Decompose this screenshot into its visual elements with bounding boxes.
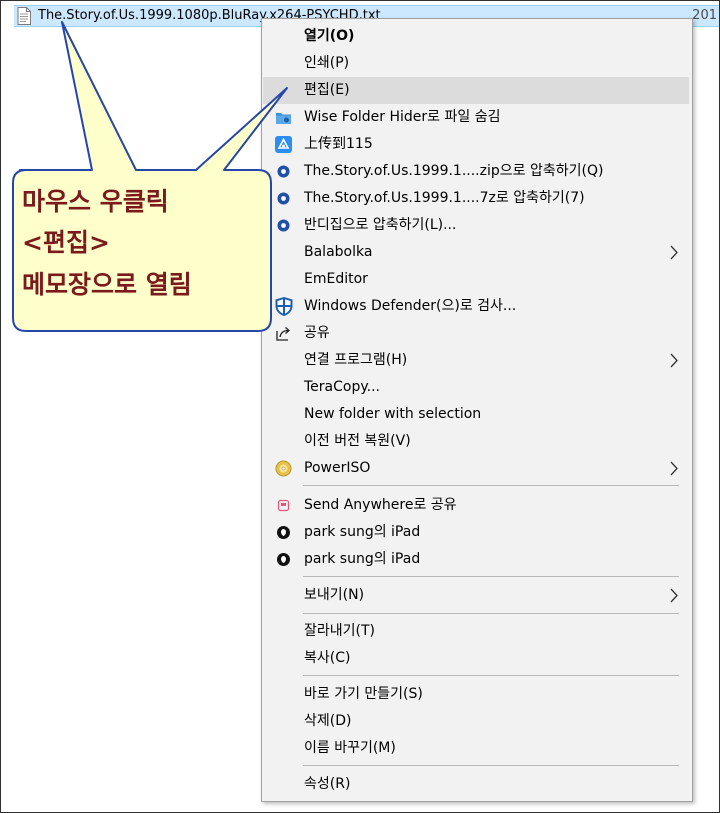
callout-line: 메모장으로 열림 [22, 270, 192, 299]
callout-line: <편집> [22, 228, 110, 257]
callout-annotation [12, 21, 288, 332]
callout-line: 마우스 우클릭 [22, 187, 169, 216]
